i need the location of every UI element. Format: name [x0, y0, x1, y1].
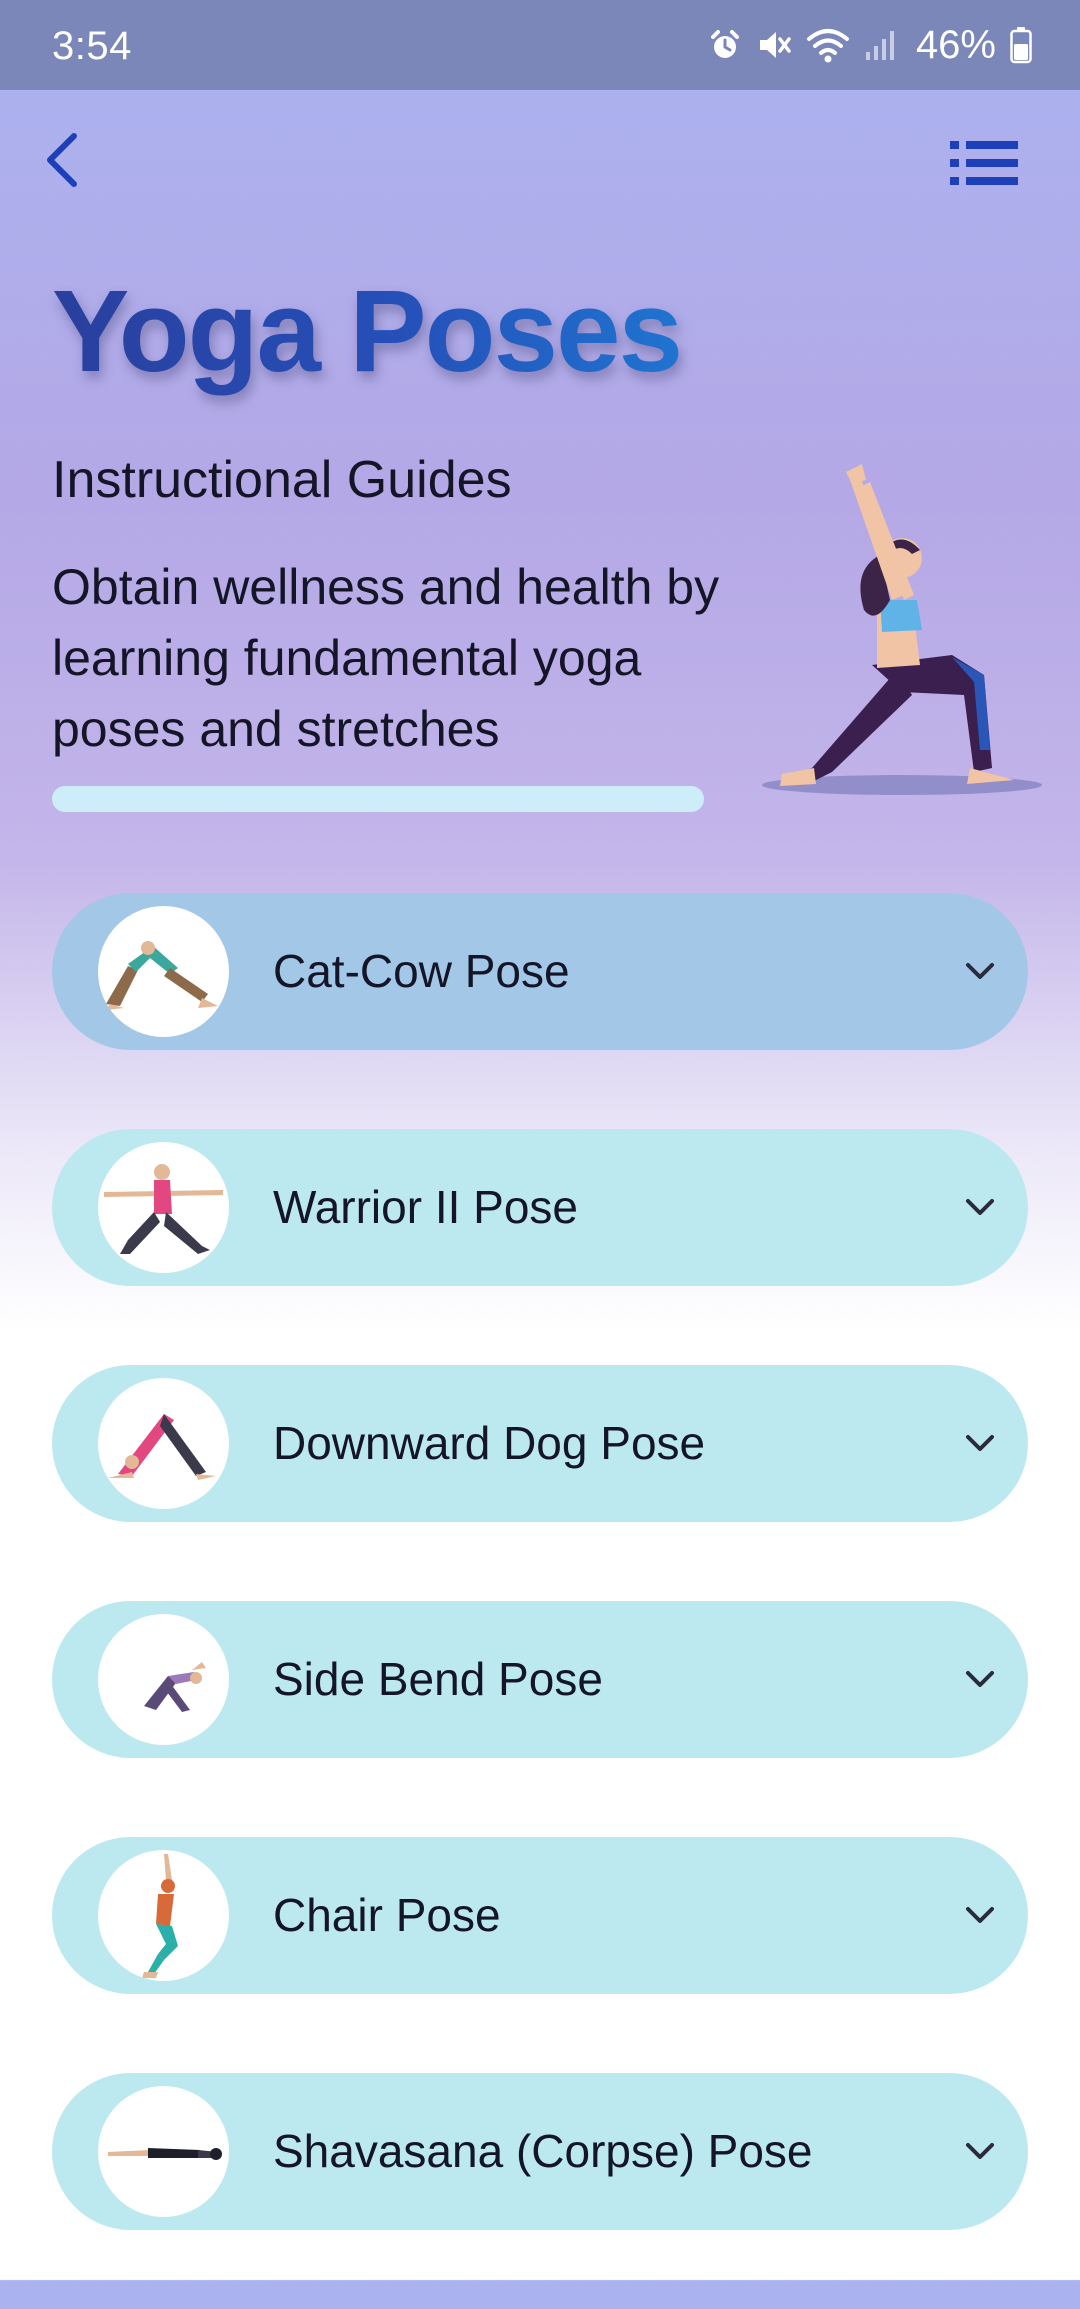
pose-item-chair[interactable]: Chair Pose	[52, 1837, 1028, 1994]
page-subtitle: Instructional Guides	[52, 451, 512, 509]
chevron-down-icon[interactable]	[962, 1425, 998, 1461]
warrior-ii-pose-thumbnail	[98, 1142, 229, 1273]
status-time: 3:54	[52, 24, 132, 68]
battery-icon	[1010, 26, 1032, 64]
menu-button[interactable]	[948, 138, 1020, 188]
shavasana-pose-thumbnail	[98, 2086, 229, 2217]
pose-item-downward-dog[interactable]: Downward Dog Pose	[52, 1365, 1028, 1522]
wifi-icon	[806, 27, 850, 63]
pose-item-shavasana[interactable]: Shavasana (Corpse) Pose	[52, 2073, 1028, 2230]
pose-label: Warrior II Pose	[273, 1181, 579, 1233]
pose-item-side-bend[interactable]: Side Bend Pose	[52, 1601, 1028, 1758]
yoga-woman-illustration	[752, 450, 1052, 800]
pose-item-cat-cow[interactable]: Cat-Cow Pose	[52, 893, 1028, 1050]
battery-percentage: 46%	[915, 22, 996, 67]
downward-dog-pose-thumbnail	[98, 1378, 229, 1509]
pose-label: Side Bend Pose	[273, 1653, 603, 1705]
pose-label: Chair Pose	[273, 1889, 501, 1941]
status-bar: 3:54 46%	[0, 0, 1080, 90]
chevron-down-icon[interactable]	[962, 953, 998, 989]
page-description: Obtain wellness and health by learning f…	[52, 559, 720, 757]
pose-item-warrior-ii[interactable]: Warrior II Pose	[52, 1129, 1028, 1286]
list-menu-icon	[948, 141, 1020, 192]
cat-cow-pose-thumbnail	[98, 906, 229, 1037]
back-button[interactable]	[34, 130, 90, 194]
signal-icon	[864, 28, 898, 62]
pose-label: Downward Dog Pose	[273, 1417, 706, 1469]
chair-pose-thumbnail	[98, 1850, 229, 1981]
chevron-down-icon[interactable]	[962, 1189, 998, 1225]
chevron-down-icon[interactable]	[962, 1661, 998, 1697]
chevron-down-icon[interactable]	[962, 2133, 998, 2169]
side-bend-pose-thumbnail	[98, 1614, 229, 1745]
mute-icon	[756, 27, 792, 63]
pose-label: Cat-Cow Pose	[273, 945, 570, 997]
chevron-left-icon	[42, 132, 82, 193]
pose-list: Cat-Cow Pose Warrior II Pose Downward Do…	[52, 893, 1028, 2309]
alarm-icon	[708, 28, 742, 62]
status-icons: 46%	[708, 22, 1032, 68]
progress-bar	[52, 786, 704, 812]
pose-label: Shavasana (Corpse) Pose	[273, 2125, 813, 2177]
page-title: Yoga Poses	[52, 266, 683, 396]
chevron-down-icon[interactable]	[962, 1897, 998, 1933]
